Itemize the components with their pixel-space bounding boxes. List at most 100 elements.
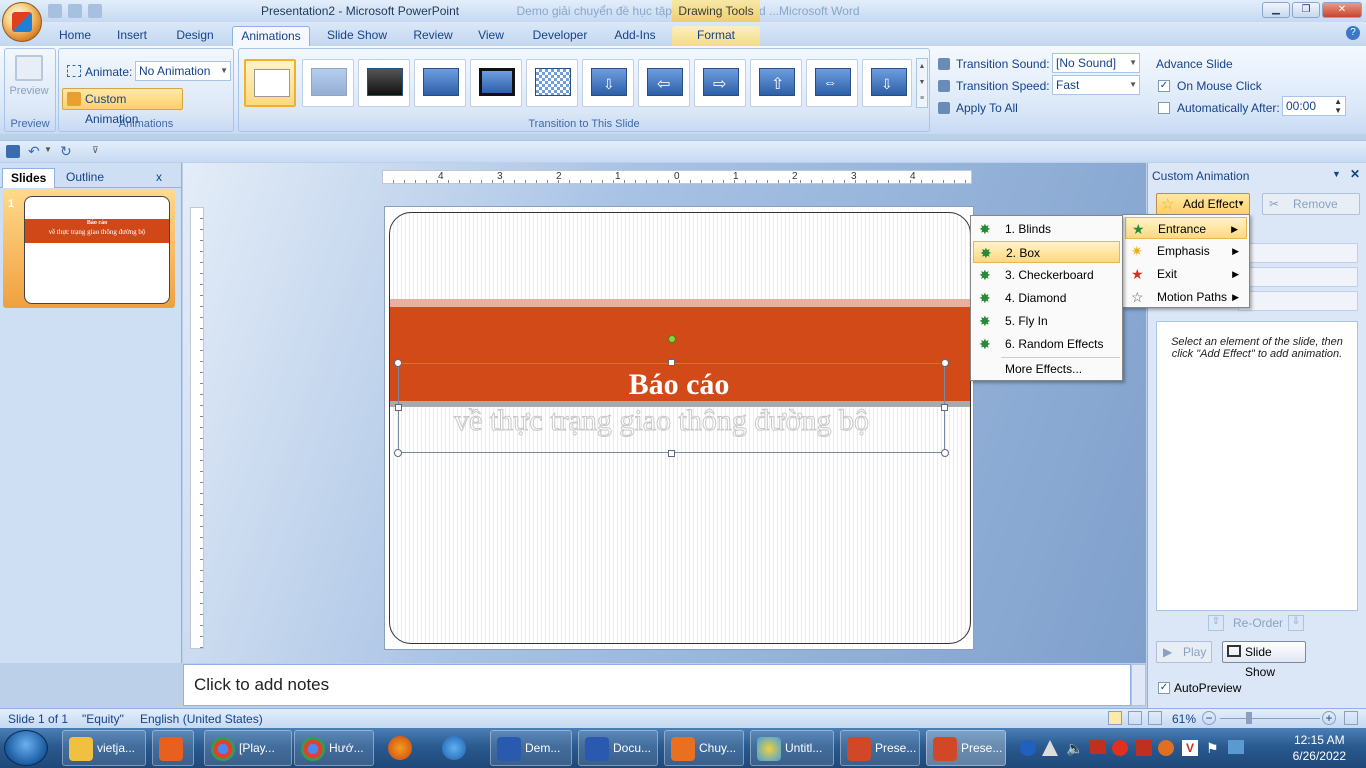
- effect-checkerboard[interactable]: ✸ 3. Checkerboard: [973, 264, 1120, 286]
- taskbar-item[interactable]: Hướ...: [294, 730, 374, 766]
- transition-sound-combo[interactable]: [No Sound] ▼: [1052, 53, 1140, 73]
- resize-handle[interactable]: [941, 449, 949, 457]
- clock[interactable]: 12:15 AM 6/26/2022: [1293, 732, 1346, 764]
- taskbar-item[interactable]: Chuy...: [664, 730, 744, 766]
- notes-scrollbar[interactable]: [1131, 664, 1146, 706]
- tab-insert[interactable]: Insert: [108, 26, 156, 46]
- transition-wipe-up[interactable]: ⇧: [750, 59, 802, 107]
- tab-design[interactable]: Design: [168, 26, 222, 46]
- close-button[interactable]: ✕: [1322, 2, 1362, 18]
- notes-pane[interactable]: Click to add notes: [183, 664, 1131, 706]
- on-mouse-click-checkbox[interactable]: ✓: [1158, 80, 1170, 92]
- taskbar-item[interactable]: vietja...: [62, 730, 146, 766]
- resize-handle[interactable]: [941, 404, 948, 411]
- move-down-icon[interactable]: ⇩: [1288, 615, 1304, 631]
- automatically-after-spinner[interactable]: 00:00 ▲ ▼: [1282, 96, 1346, 116]
- transition-wipe-down[interactable]: ⇩: [582, 59, 634, 107]
- resize-handle[interactable]: [668, 359, 675, 366]
- add-effect-button[interactable]: ☆ Add Effect ▼: [1156, 193, 1250, 215]
- tab-developer[interactable]: Developer: [526, 26, 594, 46]
- office-button[interactable]: [2, 2, 42, 42]
- taskbar-item[interactable]: [436, 730, 480, 766]
- transition-fade-black[interactable]: [358, 59, 410, 107]
- slide-show-view-icon[interactable]: [1148, 711, 1162, 725]
- custom-animation-button[interactable]: Custom Animation: [62, 88, 183, 126]
- flag-icon[interactable]: ⚑: [1206, 740, 1219, 757]
- undo-dropdown-icon[interactable]: ▼: [44, 145, 52, 154]
- automatically-after-checkbox[interactable]: [1158, 102, 1170, 114]
- gallery-scroll[interactable]: ▲ ▼ ≡: [916, 58, 928, 108]
- tab-slide-show[interactable]: Slide Show: [320, 26, 394, 46]
- zoom-level[interactable]: 61%: [1172, 712, 1196, 726]
- zoom-slider[interactable]: [1220, 718, 1320, 719]
- taskbar-item[interactable]: [152, 730, 194, 766]
- animation-list[interactable]: Select an element of the slide, then cli…: [1156, 321, 1358, 611]
- menu-item-motion-paths[interactable]: ☆ Motion Paths ▶: [1125, 286, 1247, 308]
- volume-icon[interactable]: 🔈: [1066, 740, 1083, 757]
- undo-icon[interactable]: ↶: [28, 143, 40, 160]
- tab-review[interactable]: Review: [406, 26, 460, 46]
- close-pane-icon[interactable]: ✕: [1350, 167, 1360, 181]
- transition-fade-smoothly[interactable]: [302, 59, 354, 107]
- taskbar-item-active[interactable]: Prese...: [926, 730, 1006, 766]
- more-effects[interactable]: More Effects...: [973, 358, 1120, 380]
- taskbar-item[interactable]: Untitl...: [750, 730, 834, 766]
- app-tray-icon[interactable]: [1158, 740, 1174, 756]
- network-icon[interactable]: [1090, 740, 1106, 754]
- vpn-icon[interactable]: V: [1182, 740, 1198, 756]
- slide-sorter-icon[interactable]: [1128, 711, 1142, 725]
- tab-format[interactable]: Format: [672, 26, 760, 46]
- resize-handle[interactable]: [668, 450, 675, 457]
- transition-wipe-left[interactable]: ⇦: [638, 59, 690, 107]
- app-tray-icon[interactable]: [1136, 740, 1152, 756]
- effect-box[interactable]: ✸ 2. Box: [973, 241, 1120, 263]
- resize-handle[interactable]: [394, 359, 402, 367]
- menu-item-emphasis[interactable]: ✷ Emphasis ▶: [1125, 240, 1247, 262]
- fit-to-window-icon[interactable]: [1344, 711, 1358, 725]
- resize-handle[interactable]: [395, 404, 402, 411]
- taskbar-item[interactable]: Docu...: [578, 730, 658, 766]
- speed-combo[interactable]: [1238, 291, 1358, 311]
- transition-split-vertical[interactable]: ⇔: [806, 59, 858, 107]
- transition-dissolve[interactable]: [526, 59, 578, 107]
- transition-more[interactable]: ⇩: [862, 59, 912, 107]
- rotate-handle[interactable]: [668, 335, 676, 343]
- zoom-in-icon[interactable]: +: [1322, 711, 1336, 725]
- effect-diamond[interactable]: ✸ 4. Diamond: [973, 287, 1120, 309]
- transition-cut[interactable]: [414, 59, 466, 107]
- antivirus-icon[interactable]: [1112, 740, 1128, 756]
- zoom-slider-thumb[interactable]: [1246, 712, 1252, 724]
- resize-handle[interactable]: [394, 449, 402, 457]
- taskbar-item[interactable]: [Play...: [204, 730, 292, 766]
- start-combo[interactable]: [1238, 243, 1358, 263]
- autopreview-checkbox[interactable]: ✓: [1158, 682, 1170, 694]
- customize-qat-icon[interactable]: ⊽: [92, 145, 99, 156]
- normal-view-icon[interactable]: [1108, 711, 1122, 725]
- menu-item-entrance[interactable]: ★ Entrance ▶: [1125, 217, 1247, 239]
- tab-animations[interactable]: Animations: [232, 26, 310, 46]
- slide-thumbnail[interactable]: Báo cáo về thực trạng giao thông đường b…: [24, 196, 170, 304]
- effect-fly-in[interactable]: ✸ 5. Fly In: [973, 310, 1120, 332]
- tab-outline[interactable]: Outline: [58, 168, 112, 188]
- close-pane-icon[interactable]: x: [156, 168, 162, 188]
- tab-slides[interactable]: Slides: [2, 168, 56, 188]
- apply-to-all-button[interactable]: Apply To All: [956, 101, 1018, 115]
- taskbar-item[interactable]: Dem...: [490, 730, 572, 766]
- network-icon[interactable]: [1228, 740, 1244, 754]
- slide-show-button[interactable]: Slide Show: [1222, 641, 1306, 679]
- tab-home[interactable]: Home: [52, 26, 98, 46]
- effect-blinds[interactable]: ✸ 1. Blinds: [973, 218, 1120, 240]
- redo-icon[interactable]: ↻: [60, 143, 72, 160]
- help-icon[interactable]: ?: [1346, 26, 1360, 40]
- maximize-button[interactable]: ❐: [1292, 2, 1320, 18]
- transition-no-transition[interactable]: [244, 59, 296, 107]
- transition-wipe-right[interactable]: ⇨: [694, 59, 746, 107]
- tab-view[interactable]: View: [470, 26, 512, 46]
- taskbar-item[interactable]: [382, 730, 426, 766]
- resize-handle[interactable]: [941, 359, 949, 367]
- tab-add-ins[interactable]: Add-Ins: [606, 26, 664, 46]
- effect-random-effects[interactable]: ✸ 6. Random Effects: [973, 333, 1120, 355]
- zoom-out-icon[interactable]: −: [1202, 711, 1216, 725]
- selection-box[interactable]: [398, 363, 945, 453]
- minimize-button[interactable]: ▁: [1262, 2, 1290, 18]
